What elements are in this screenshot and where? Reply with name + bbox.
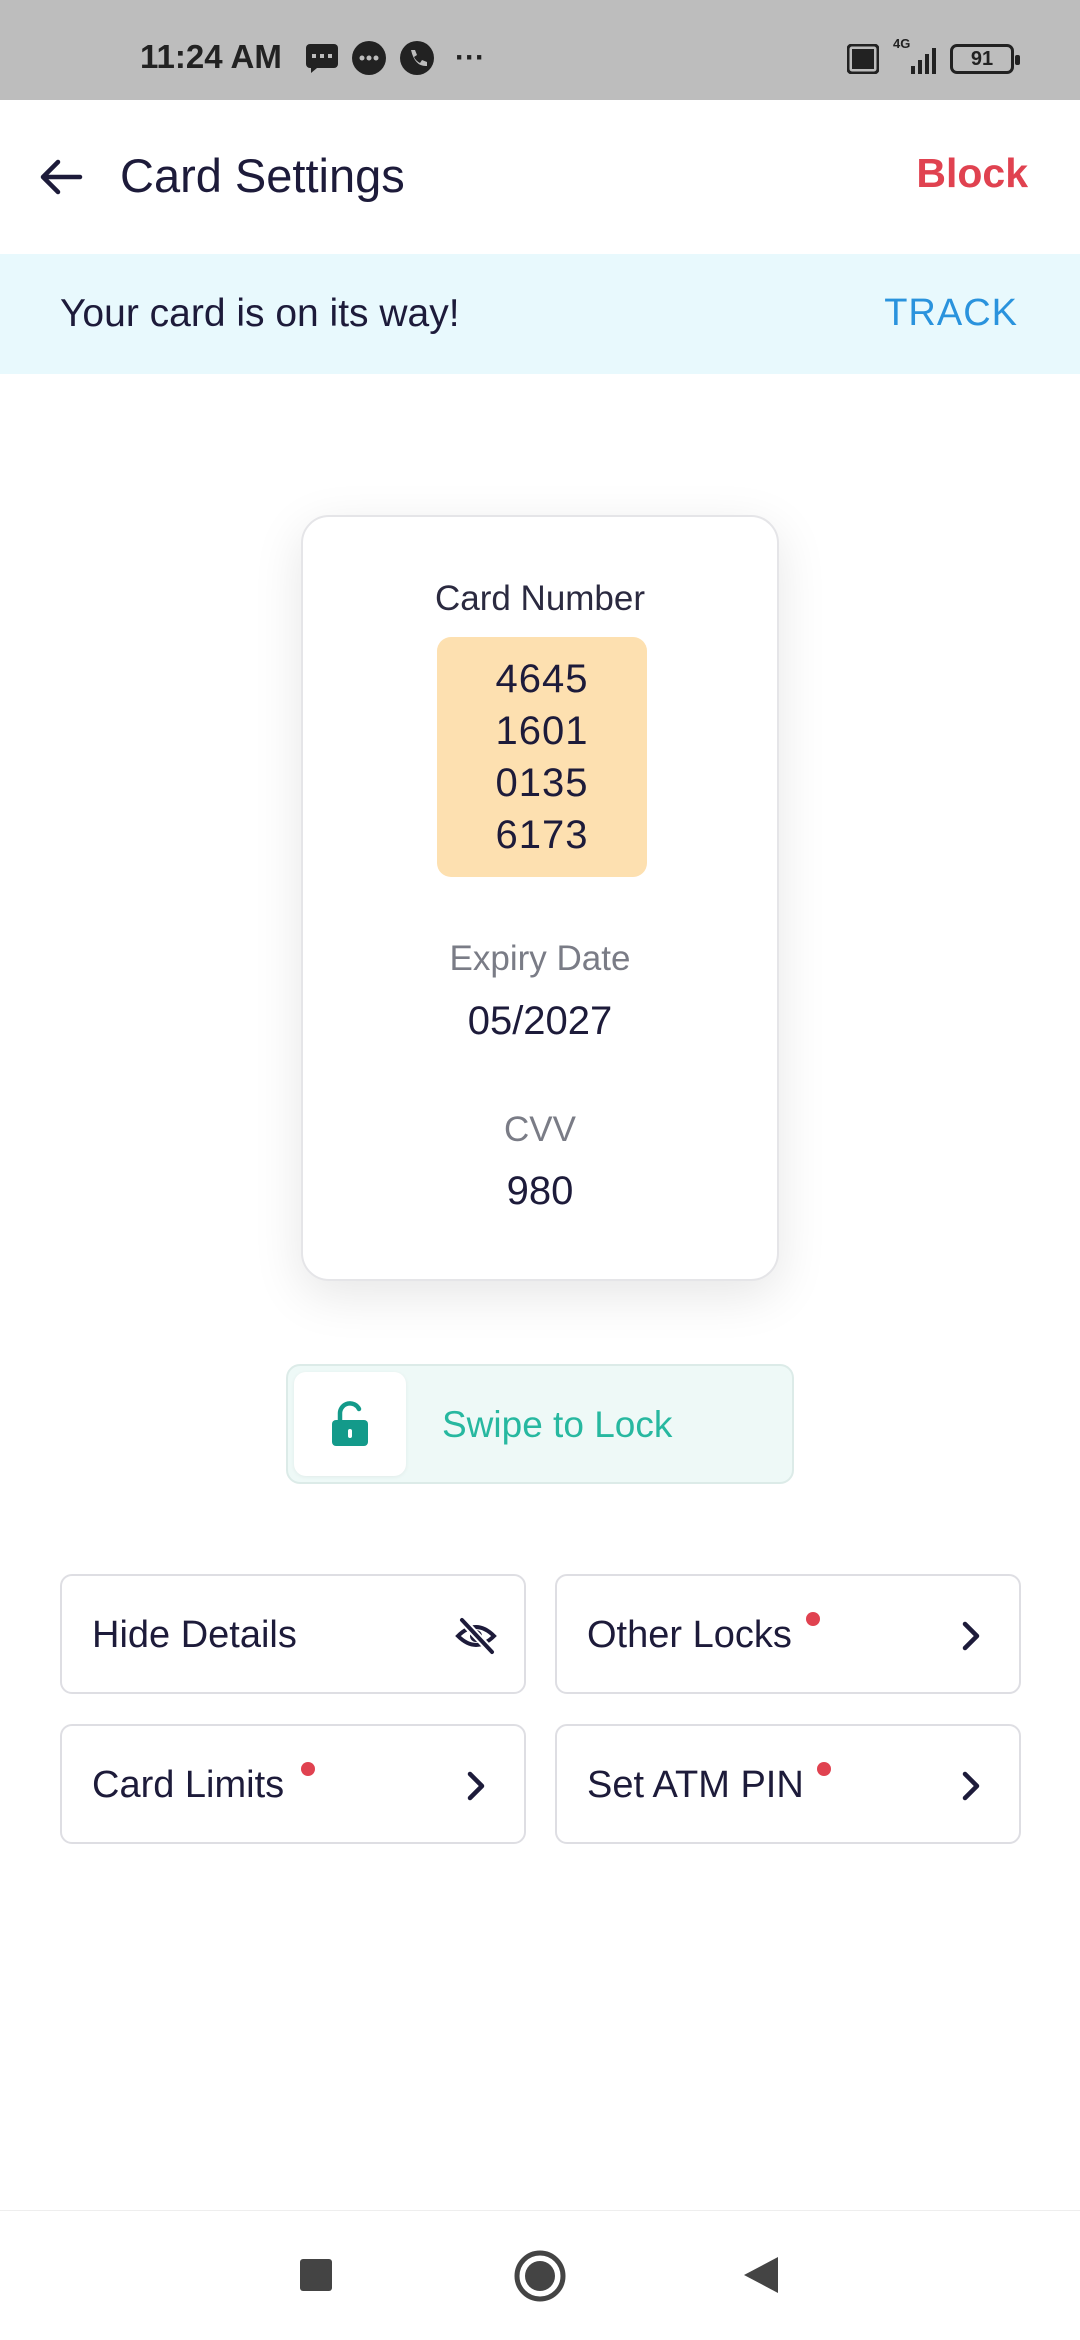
card-number-label: Card Number bbox=[434, 579, 646, 618]
banner-message: Your card is on its way! bbox=[60, 292, 460, 335]
cvv-label: CVV bbox=[504, 1110, 576, 1149]
status-time: 11:24 AM bbox=[140, 38, 282, 75]
hide-details-button[interactable]: Hide Details bbox=[60, 1574, 526, 1694]
back-arrow-icon[interactable] bbox=[36, 152, 86, 202]
chevron-right-icon bbox=[962, 1621, 980, 1651]
new-indicator-dot bbox=[806, 1612, 820, 1626]
chat-icon bbox=[352, 41, 386, 75]
cvv-value: 980 bbox=[506, 1169, 574, 1213]
card-number-group: 0135 bbox=[495, 761, 589, 805]
battery-level: 91 bbox=[970, 47, 994, 70]
top-app-bar: Card Settings Block bbox=[0, 100, 1080, 254]
card-status-banner: Your card is on its way! TRACK bbox=[0, 254, 1080, 374]
new-indicator-dot bbox=[817, 1762, 831, 1776]
back-button-icon[interactable] bbox=[742, 2255, 780, 2295]
recents-button-icon[interactable] bbox=[298, 2257, 334, 2293]
chevron-right-icon bbox=[467, 1771, 485, 1801]
home-button-icon[interactable] bbox=[513, 2249, 567, 2303]
notification-icons: ··· bbox=[305, 40, 485, 76]
page-title: Card Settings bbox=[120, 149, 405, 202]
set-atm-pin-button[interactable]: Set ATM PIN bbox=[555, 1724, 1021, 1844]
card-number-group: 4645 bbox=[495, 657, 589, 701]
eye-off-icon bbox=[455, 1616, 497, 1656]
signal-icon: 4G bbox=[893, 36, 936, 74]
other-locks-label: Other Locks bbox=[587, 1614, 792, 1656]
card-limits-label: Card Limits bbox=[92, 1764, 285, 1806]
chevron-right-icon bbox=[962, 1771, 980, 1801]
swipe-handle[interactable] bbox=[294, 1372, 406, 1476]
card-details: Card Number 4645 1601 0135 6173 Expiry D… bbox=[301, 515, 779, 1281]
other-locks-button[interactable]: Other Locks bbox=[555, 1574, 1021, 1694]
expiry-label: Expiry Date bbox=[449, 939, 631, 978]
battery-icon: 91 bbox=[950, 44, 1020, 74]
card-limits-button[interactable]: Card Limits bbox=[60, 1724, 526, 1844]
more-notifications-icon: ··· bbox=[455, 41, 485, 74]
hide-details-label: Hide Details bbox=[92, 1614, 297, 1656]
card-number-group: 6173 bbox=[495, 813, 589, 857]
card-number-box: 4645 1601 0135 6173 bbox=[437, 637, 647, 877]
volte-icon bbox=[847, 44, 879, 74]
track-button[interactable]: TRACK bbox=[884, 292, 1018, 335]
system-icons: 4G 91 bbox=[847, 36, 1020, 74]
unlock-icon bbox=[332, 1401, 368, 1446]
expiry-value: 05/2027 bbox=[467, 999, 613, 1043]
new-indicator-dot bbox=[301, 1762, 315, 1776]
block-button[interactable]: Block bbox=[916, 150, 1028, 197]
message-icon bbox=[306, 44, 338, 73]
swipe-to-lock-slider[interactable]: Swipe to Lock bbox=[286, 1364, 794, 1484]
system-navigation-bar bbox=[0, 2210, 1080, 2340]
phone-icon bbox=[400, 41, 434, 75]
status-bar: 11:24 AM ··· 4G 91 bbox=[0, 0, 1080, 100]
set-atm-pin-label: Set ATM PIN bbox=[587, 1764, 804, 1806]
card-number-group: 1601 bbox=[495, 709, 589, 753]
swipe-to-lock-label: Swipe to Lock bbox=[442, 1404, 673, 1445]
